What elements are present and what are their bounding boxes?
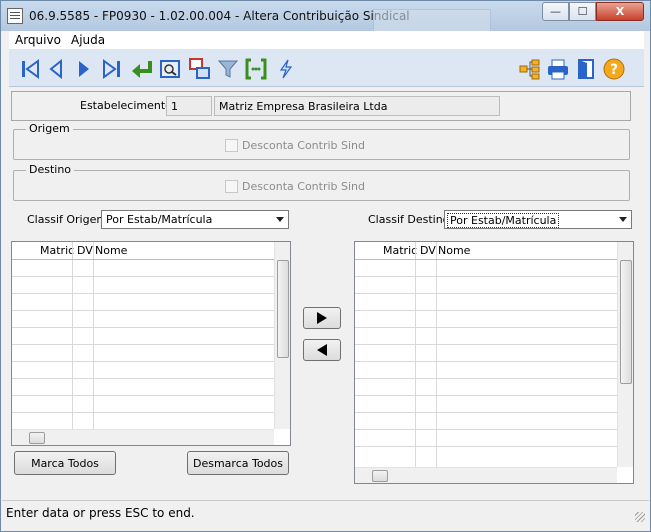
table-row [12, 327, 274, 328]
destino-group: Destino Desconta Contrib Sind [13, 163, 630, 201]
scrollbar-thumb[interactable] [372, 470, 388, 482]
table-row [355, 327, 617, 328]
origem-grid[interactable]: Matric DV Nome [11, 241, 291, 446]
move-left-button[interactable] [303, 339, 341, 361]
unmark-all-button[interactable]: Desmarca Todos [187, 451, 289, 475]
enter-icon[interactable] [129, 56, 155, 82]
close-button[interactable]: X [596, 2, 644, 21]
classif-origem-value: Por Estab/Matrícula [106, 213, 213, 226]
scrollbar-thumb[interactable] [29, 432, 45, 444]
destino-title: Destino [26, 163, 75, 176]
table-row [355, 412, 617, 413]
table-row [12, 344, 274, 345]
column-header-matric[interactable]: Matric [383, 244, 417, 257]
destino-grid[interactable]: Matric DV Nome [354, 241, 634, 484]
exit-icon[interactable] [573, 56, 599, 82]
origem-desconta-checkbox[interactable]: Desconta Contrib Sind [225, 139, 365, 152]
help-icon[interactable]: ? [601, 56, 627, 82]
print-icon[interactable] [545, 56, 571, 82]
previous-record-icon[interactable] [43, 56, 69, 82]
origem-checkbox-label: Desconta Contrib Sind [242, 139, 366, 152]
next-record-icon[interactable] [71, 56, 97, 82]
table-row [355, 378, 617, 379]
grid-header-divider [355, 259, 617, 260]
vertical-scrollbar[interactable] [274, 242, 290, 429]
status-bar: Enter data or press ESC to end. [2, 500, 649, 524]
tree-icon[interactable] [517, 56, 543, 82]
menu-ajuda[interactable]: Ajuda [71, 33, 105, 47]
grid-column-divider [93, 242, 94, 429]
estabelecimento-label: Estabelecimento: [80, 99, 176, 112]
column-header-matric[interactable]: Matric [40, 244, 74, 257]
estabelecimento-panel: Estabelecimento: 1 Matriz Empresa Brasil… [11, 91, 631, 121]
menu-arquivo[interactable]: Arquivo [15, 33, 61, 47]
application-window: 06.9.5585 - FP0930 - 1.02.00.004 - Alter… [0, 0, 651, 532]
table-row [355, 310, 617, 311]
table-row [355, 361, 617, 362]
checkbox-box[interactable] [225, 139, 238, 152]
destino-checkbox-label: Desconta Contrib Sind [242, 180, 366, 193]
vertical-scrollbar[interactable] [617, 242, 633, 467]
table-row [355, 276, 617, 277]
table-row [355, 429, 617, 430]
first-record-icon[interactable] [17, 56, 43, 82]
move-right-button[interactable] [303, 307, 341, 329]
status-text: Enter data or press ESC to end. [6, 506, 195, 520]
table-row [12, 412, 274, 413]
zoom-icon[interactable] [157, 56, 183, 82]
filter-icon[interactable] [215, 56, 241, 82]
chevron-down-icon[interactable] [615, 212, 630, 227]
classif-origem-label: Classif Origem: [27, 213, 111, 226]
app-icon [7, 8, 23, 24]
table-row [12, 378, 274, 379]
arrow-left-icon [317, 344, 327, 356]
lightning-icon[interactable] [273, 56, 299, 82]
maximize-button[interactable]: ☐ [569, 2, 596, 21]
scrollbar-thumb[interactable] [620, 260, 632, 384]
classif-destino-select[interactable]: Por Estab/Matrícula [444, 210, 632, 229]
estabelecimento-name-field: Matriz Empresa Brasileira Ltda [214, 96, 500, 116]
chevron-down-icon[interactable] [272, 212, 287, 227]
table-row [355, 344, 617, 345]
grid-column-divider [72, 242, 73, 429]
brackets-icon[interactable] [243, 56, 269, 82]
table-row [12, 395, 274, 396]
table-row [355, 293, 617, 294]
table-row [12, 293, 274, 294]
column-header-dv[interactable]: DV [420, 244, 436, 257]
destino-desconta-checkbox[interactable]: Desconta Contrib Sind [225, 180, 365, 193]
table-row [355, 395, 617, 396]
origem-title: Origem [26, 122, 73, 135]
svg-text:?: ? [610, 62, 618, 78]
arrow-right-icon [317, 312, 327, 324]
title-bar[interactable]: 06.9.5585 - FP0930 - 1.02.00.004 - Alter… [1, 1, 650, 31]
origem-group: Origem Desconta Contrib Sind [13, 122, 630, 160]
classif-destino-label: Classif Destino: [368, 213, 454, 226]
column-header-dv[interactable]: DV [77, 244, 93, 257]
relations-icon[interactable] [187, 56, 213, 82]
horizontal-scrollbar[interactable] [355, 467, 617, 483]
resize-grip-icon[interactable] [635, 512, 645, 522]
window-title: 06.9.5585 - FP0930 - 1.02.00.004 - Alter… [29, 9, 410, 23]
column-header-nome[interactable]: Nome [95, 244, 127, 257]
estabelecimento-code-field[interactable]: 1 [166, 96, 212, 116]
background-window-tab [373, 9, 491, 31]
horizontal-scrollbar[interactable] [12, 429, 274, 445]
table-row [12, 361, 274, 362]
table-row [12, 276, 274, 277]
menu-bar: Arquivo Ajuda [9, 31, 644, 49]
toolbar: ? [9, 49, 644, 87]
classif-origem-select[interactable]: Por Estab/Matrícula [101, 210, 289, 229]
mark-all-button[interactable]: Marca Todos [14, 451, 116, 475]
column-header-nome[interactable]: Nome [438, 244, 470, 257]
table-row [355, 446, 617, 447]
scrollbar-thumb[interactable] [277, 260, 289, 358]
last-record-icon[interactable] [99, 56, 125, 82]
checkbox-box[interactable] [225, 180, 238, 193]
minimize-button[interactable]: — [542, 2, 569, 21]
grid-header-divider [12, 259, 274, 260]
classif-destino-value: Por Estab/Matrícula [447, 213, 560, 228]
table-row [12, 310, 274, 311]
